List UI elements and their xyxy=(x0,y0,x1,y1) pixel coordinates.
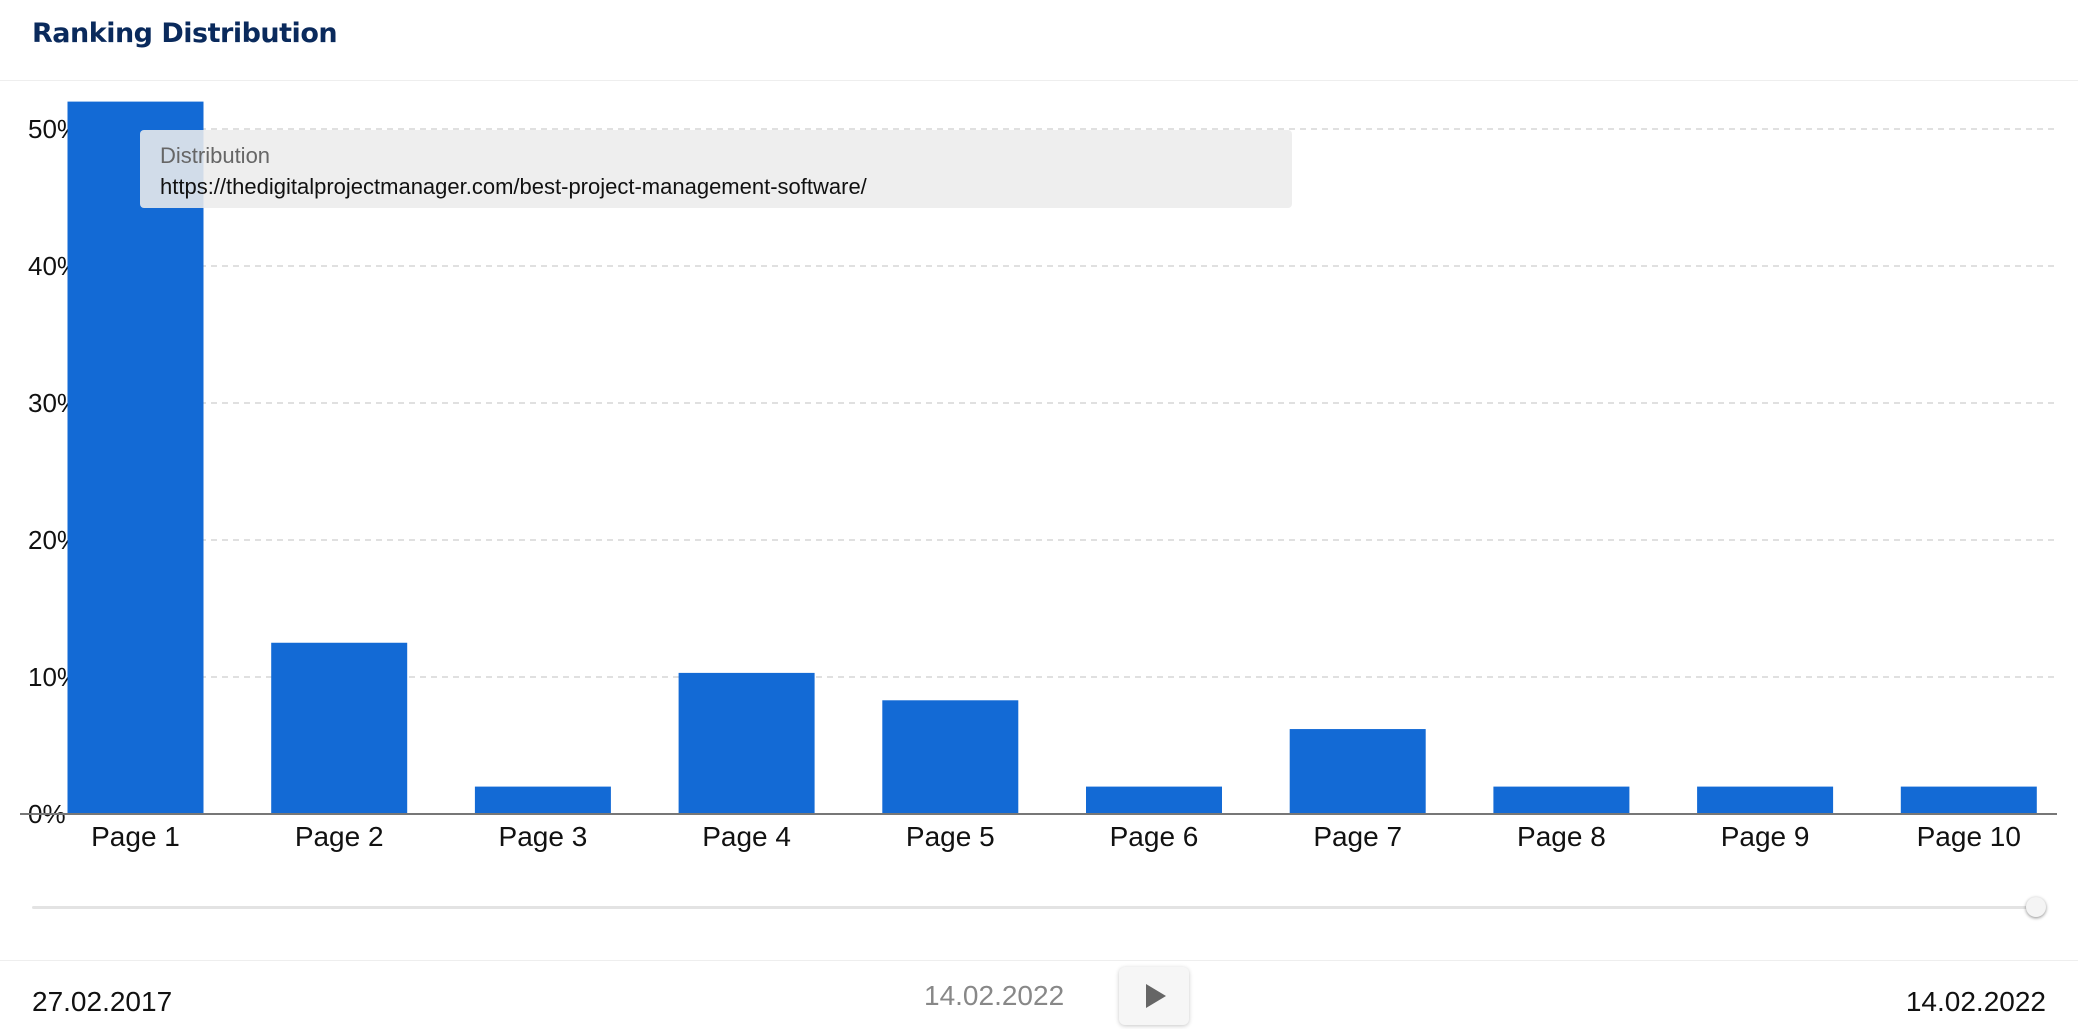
x-tick-label: Page 1 xyxy=(91,821,180,852)
bar-page-10 xyxy=(1900,786,2037,814)
x-tick-label: Page 4 xyxy=(702,821,791,852)
start-date: 27.02.2017 xyxy=(32,986,173,1017)
current-date: 14.02.2022 xyxy=(924,980,1065,1011)
x-tick-label: Page 10 xyxy=(1917,821,2021,852)
bar-page-1 xyxy=(67,101,204,815)
timeline-slider-track[interactable] xyxy=(32,906,2037,909)
bar-page-4 xyxy=(678,672,815,814)
x-tick-label: Page 2 xyxy=(295,821,384,852)
x-tick-label: Page 6 xyxy=(1110,821,1199,852)
x-tick-label: Page 9 xyxy=(1721,821,1810,852)
bar-page-9 xyxy=(1697,786,1834,814)
bar-page-7 xyxy=(1289,729,1426,814)
play-icon xyxy=(1146,984,1166,1008)
tooltip-url: https://thedigitalprojectmanager.com/bes… xyxy=(160,174,867,199)
x-tick-label: Page 7 xyxy=(1313,821,1402,852)
bar-page-5 xyxy=(882,700,1019,814)
bar-page-2 xyxy=(271,642,408,814)
bar-page-8 xyxy=(1493,786,1630,814)
tooltip-title: Distribution xyxy=(160,143,271,168)
play-button[interactable] xyxy=(1119,967,1189,1025)
widget-title: Ranking Distribution xyxy=(32,18,338,49)
widget-header: Ranking Distribution xyxy=(0,0,2078,81)
bar-page-6 xyxy=(1086,786,1222,814)
chart-tooltip: Distribution https://thedigitalprojectma… xyxy=(140,130,1292,208)
x-tick-label: Page 8 xyxy=(1517,821,1606,852)
x-tick-label: Page 3 xyxy=(499,821,588,852)
x-tick-label: Page 5 xyxy=(906,821,995,852)
timeline-footer: 27.02.2017 14.02.2022 14.02.2022 xyxy=(0,960,2078,1029)
end-date: 14.02.2022 xyxy=(1905,986,2046,1017)
bar-page-3 xyxy=(474,786,611,814)
timeline-slider-handle[interactable] xyxy=(2026,897,2046,917)
